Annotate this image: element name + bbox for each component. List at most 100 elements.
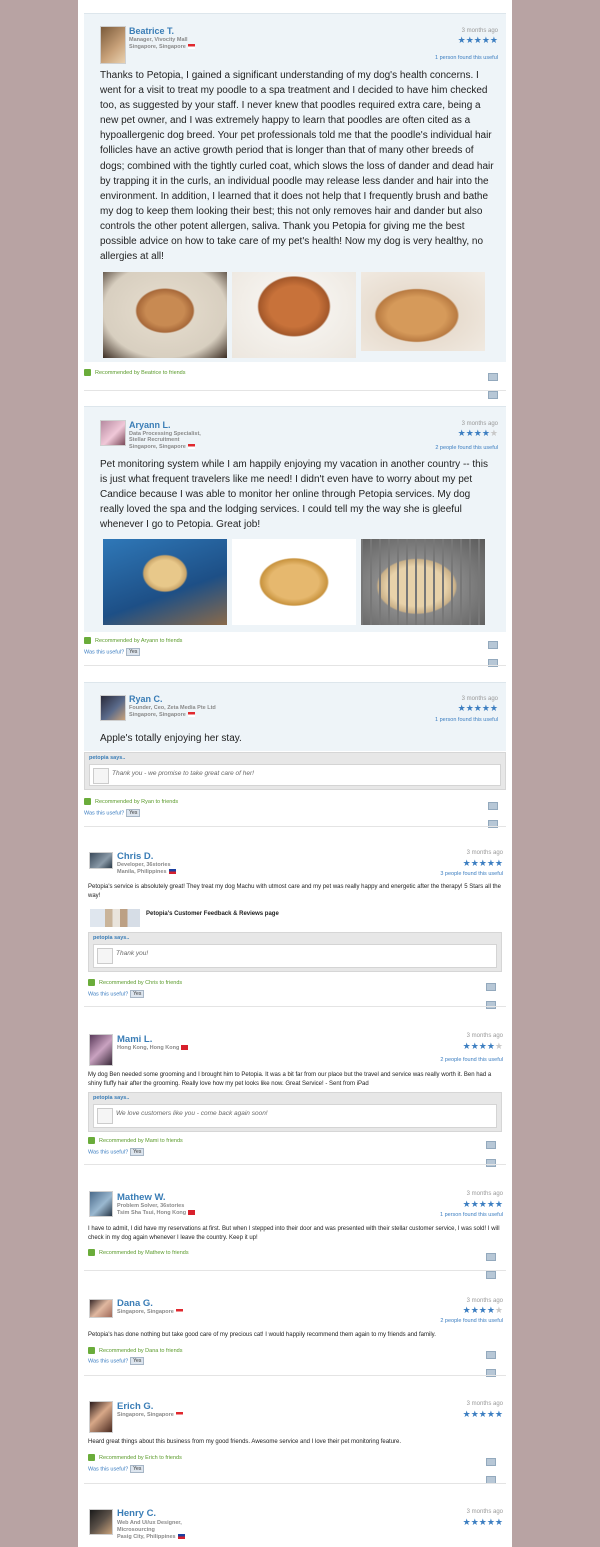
- avatar: [97, 948, 113, 964]
- thumbs-up-icon: [88, 979, 95, 986]
- yes-button[interactable]: Yes: [130, 1357, 145, 1365]
- avatar[interactable]: [89, 1509, 113, 1535]
- share-icon[interactable]: [486, 1141, 496, 1149]
- reviewer-name[interactable]: Mathew W.: [117, 1192, 166, 1203]
- star-icon: ★: [494, 1199, 503, 1209]
- reviewer-company: Stellar Recruitment: [129, 437, 180, 443]
- review-photo[interactable]: [103, 539, 227, 625]
- star-icon: ★: [486, 1409, 495, 1419]
- review-photo[interactable]: [232, 539, 356, 625]
- recommended-by[interactable]: Recommended by Mami to friends: [88, 1137, 183, 1144]
- response-text: Thank you - we promise to take great car…: [112, 770, 254, 777]
- flag-icon: [177, 1534, 185, 1540]
- recommended-by[interactable]: Recommended by Mathew to friends: [88, 1249, 189, 1256]
- reviewer-name[interactable]: Aryann L.: [129, 420, 171, 430]
- thumbs-up-icon: [88, 1347, 95, 1354]
- flag-icon: [181, 1045, 189, 1051]
- share-icon[interactable]: [486, 983, 496, 991]
- star-icon: ★: [494, 858, 503, 868]
- yes-button[interactable]: Yes: [126, 648, 141, 656]
- share-buttons[interactable]: [487, 636, 506, 667]
- recommended-by[interactable]: Recommended by Dana to friends: [88, 1347, 182, 1354]
- share-icon[interactable]: [486, 1351, 496, 1359]
- share-icon[interactable]: [486, 1458, 496, 1466]
- star-icon: ★: [462, 1199, 471, 1209]
- avatar[interactable]: [89, 1401, 113, 1433]
- star-icon: ★: [481, 428, 490, 438]
- review-aryann: Aryann L. Data Processing Specialist, St…: [78, 395, 512, 670]
- reviewer-name[interactable]: Ryan C.: [129, 694, 163, 704]
- share-buttons[interactable]: [485, 1136, 504, 1167]
- share-buttons[interactable]: [485, 978, 504, 1009]
- recommended-by[interactable]: Recommended by Chris to friends: [88, 979, 182, 986]
- share-buttons[interactable]: [485, 1453, 504, 1484]
- share-icon[interactable]: [486, 1159, 496, 1167]
- reviewer-name[interactable]: Dana G.: [117, 1298, 153, 1309]
- response-box: We love customers like you - come back a…: [93, 1104, 497, 1128]
- avatar[interactable]: [100, 420, 126, 446]
- recommended-by[interactable]: Recommended by Ryan to friends: [84, 798, 178, 805]
- reviewer-location: Singapore, Singapore: [129, 712, 195, 719]
- yes-button[interactable]: Yes: [130, 1465, 145, 1473]
- share-icon[interactable]: [488, 641, 498, 649]
- useful-count: 3 people found this useful: [440, 871, 503, 877]
- share-buttons[interactable]: [487, 368, 506, 399]
- star-icon: ★: [486, 1305, 495, 1315]
- review-photo[interactable]: [103, 272, 227, 358]
- star-icon: ★: [462, 1041, 471, 1051]
- yes-button[interactable]: Yes: [130, 1148, 145, 1156]
- thumbs-up-icon: [88, 1249, 95, 1256]
- avatar[interactable]: [89, 1034, 113, 1066]
- review-text: I have to admit, I did have my reservati…: [88, 1226, 500, 1241]
- reviewer-name[interactable]: Chris D.: [117, 851, 153, 862]
- star-icon: ★: [478, 1517, 487, 1527]
- reviewer-name[interactable]: Erich G.: [117, 1401, 153, 1412]
- star-icon: ★: [457, 35, 466, 45]
- recommended-by[interactable]: Recommended by Erich to friends: [88, 1454, 182, 1461]
- response-text: Thank you!: [116, 950, 149, 957]
- star-icon: ★: [462, 1409, 471, 1419]
- share-icon[interactable]: [488, 802, 498, 810]
- share-icon[interactable]: [486, 1001, 496, 1009]
- link-attachment[interactable]: Petopia's Customer Feedback & Reviews pa…: [90, 909, 390, 929]
- review-photo[interactable]: [232, 272, 356, 358]
- yes-button[interactable]: Yes: [126, 809, 141, 817]
- review-photo[interactable]: [361, 272, 485, 351]
- rating-stars: ★★★★★: [463, 1410, 503, 1419]
- recommended-by[interactable]: Recommended by Beatrice to friends: [84, 369, 186, 376]
- reviewer-name[interactable]: Beatrice T.: [129, 26, 174, 36]
- reviewer-location: Tsim Sha Tsui, Hong Kong: [117, 1210, 196, 1217]
- avatar[interactable]: [100, 695, 126, 721]
- review-chris: Chris D. Developer, 36stories Manila, Ph…: [78, 830, 512, 1010]
- reviewer-name[interactable]: Henry C.: [117, 1508, 156, 1519]
- thumbs-up-icon: [84, 637, 91, 644]
- reviews-page: Beatrice T. Manager, Vivocity Mall Singa…: [78, 0, 512, 1547]
- share-buttons[interactable]: [487, 797, 506, 828]
- divider: [84, 1375, 506, 1376]
- divider: [84, 1270, 506, 1271]
- avatar[interactable]: [100, 26, 126, 64]
- review-photo[interactable]: [361, 539, 485, 625]
- avatar[interactable]: [89, 1299, 113, 1318]
- share-buttons[interactable]: [485, 1248, 504, 1279]
- review-time: 3 months ago: [466, 1033, 503, 1039]
- recommended-by[interactable]: Recommended by Aryann to friends: [84, 637, 182, 644]
- star-icon: ★: [494, 1041, 503, 1051]
- link-thumbnail[interactable]: [90, 909, 140, 927]
- yes-button[interactable]: Yes: [130, 990, 145, 998]
- avatar[interactable]: [89, 1191, 113, 1217]
- response-text: We love customers like you - come back a…: [116, 1110, 268, 1117]
- share-buttons[interactable]: [485, 1346, 504, 1377]
- share-icon[interactable]: [488, 373, 498, 381]
- review-time: 3 months ago: [461, 421, 498, 427]
- response-header: petopia says..: [89, 755, 126, 761]
- reviewer-name[interactable]: Mami L.: [117, 1034, 152, 1045]
- avatar[interactable]: [89, 852, 113, 869]
- star-icon: ★: [486, 858, 495, 868]
- review-text: Petopia's has done nothing but take good…: [88, 1332, 436, 1338]
- rating-stars: ★★★★★: [463, 1306, 503, 1315]
- divider: [84, 1164, 506, 1165]
- link-title[interactable]: Petopia's Customer Feedback & Reviews pa…: [146, 911, 279, 917]
- share-icon[interactable]: [486, 1253, 496, 1261]
- review-card: Beatrice T. Manager, Vivocity Mall Singa…: [84, 13, 506, 362]
